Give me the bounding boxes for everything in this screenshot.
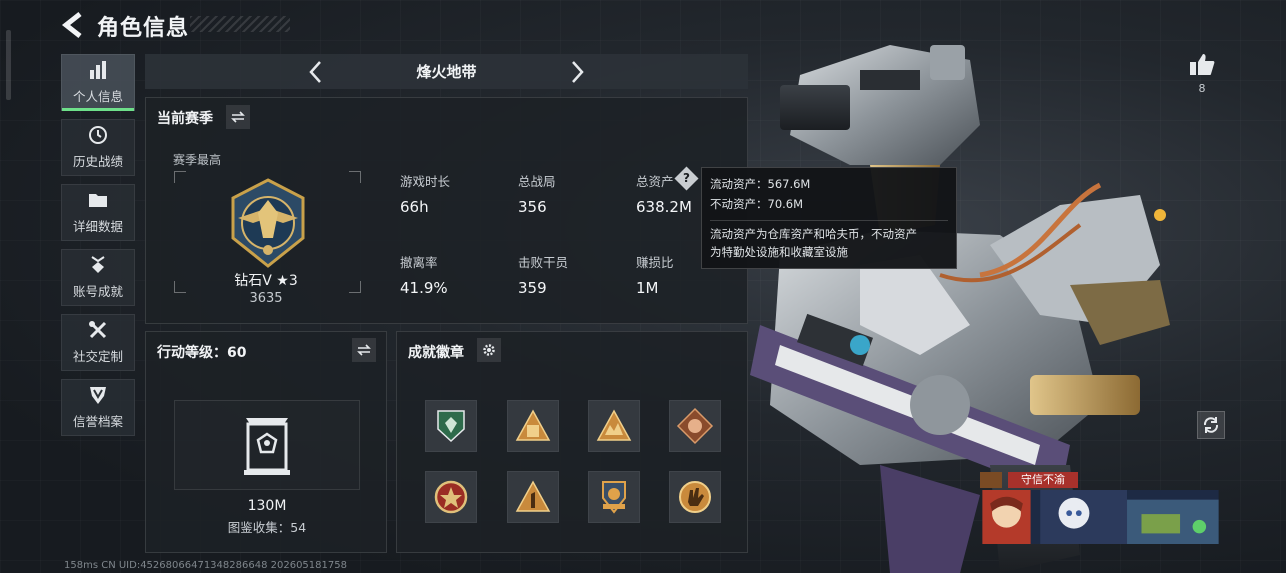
sidebar-item-label: 账号成就 [72, 284, 123, 299]
season-panel: 当前赛季 赛季最高 钻石V ★3 3635 游戏时长 66h 总战局 356 总… [145, 97, 748, 324]
tooltip-description-line2: 为特勤处设施和收藏室设施 [710, 245, 848, 259]
badge-slot[interactable] [588, 400, 640, 452]
stat-profit-ratio: 赚损比 1M [636, 255, 674, 297]
sidebar-item-personal-info[interactable]: 个人信息 [61, 54, 135, 111]
page-title: 角色信息 [97, 16, 190, 41]
tooltip-divider [710, 220, 948, 221]
sidebar-item-label: 信誉档案 [72, 414, 123, 429]
season-best-label: 赛季最高 [173, 153, 222, 167]
badge-slot[interactable] [425, 471, 477, 523]
badges-title: 成就徽章 [408, 345, 464, 361]
green-shield-badge-icon [437, 410, 465, 443]
sidebar-item-social[interactable]: 社交定制 [61, 314, 135, 371]
switch-season-button[interactable] [226, 105, 250, 129]
action-level-title: 行动等级：60 [157, 345, 247, 361]
folder-icon [89, 194, 107, 207]
triangle-badge-icon [515, 409, 551, 441]
sidebar-item-reputation[interactable]: 信誉档案 [61, 379, 135, 436]
diamond-badge-icon [676, 407, 714, 445]
badge-settings-button[interactable] [477, 338, 501, 362]
switch-level-button[interactable] [352, 338, 376, 362]
tooltip-fixed-assets: 不动资产：70.6M [710, 197, 804, 211]
tools-icon [89, 321, 107, 339]
rank-name: 钻石V ★3 [234, 273, 298, 289]
footer-status: 158ms CN UID:45268066471348286648 202605… [64, 560, 347, 571]
medal-icon [91, 256, 105, 273]
like-button[interactable]: 8 [1187, 52, 1217, 102]
tooltip-liquid-assets: 流动资产：567.6M [710, 177, 811, 191]
triangle-badge-icon [596, 409, 632, 441]
stat-operators-defeated: 击败干员 359 [518, 255, 569, 297]
chevron-right-icon[interactable] [567, 58, 587, 86]
mode-name: 烽火地带 [416, 63, 477, 81]
action-level-panel: 行动等级：60 130M 图鉴收集：54 [145, 331, 387, 553]
star-medal-badge-icon [434, 480, 468, 514]
honor-medal-icon [980, 472, 1002, 488]
tooltip-description-line1: 流动资产为仓库资产和哈夫币，不动资产 [710, 227, 917, 241]
sidebar-item-label: 个人信息 [72, 89, 123, 104]
hand-badge-icon [679, 481, 711, 513]
refresh-icon [1203, 417, 1219, 433]
stat-extraction-rate: 撤离率 41.9% [400, 255, 448, 297]
stat-playtime: 游戏时长 66h [400, 174, 451, 216]
badge-slot[interactable] [669, 471, 721, 523]
honor-card[interactable]: 守信不渝 [978, 472, 1223, 544]
clock-icon [89, 126, 107, 144]
mode-selector: 烽火地带 [145, 54, 748, 89]
collection-value: 130M [247, 498, 287, 514]
collection-count: 图鉴收集：54 [227, 520, 307, 535]
shield-icon [90, 387, 106, 404]
honor-avatar-image [982, 490, 1219, 544]
sidebar-item-details[interactable]: 详细数据 [61, 184, 135, 241]
sidebar-item-achievements[interactable]: 账号成就 [61, 249, 135, 306]
sidebar-item-label: 详细数据 [72, 219, 123, 234]
thumbs-up-icon [1190, 54, 1215, 75]
sidebar: 个人信息 历史战绩 详细数据 账号成就 社交定制 信誉档案 [61, 54, 135, 444]
rank-emblem-icon [231, 178, 305, 268]
like-count: 8 [1198, 82, 1206, 95]
left-edge-decoration [6, 30, 11, 100]
rank-score: 3635 [249, 291, 283, 306]
badge-slot[interactable] [588, 471, 640, 523]
swap-icon [231, 111, 245, 123]
sidebar-item-label: 社交定制 [72, 349, 123, 364]
stat-total-matches: 总战局 356 [518, 174, 556, 216]
badge-slot[interactable] [669, 400, 721, 452]
collection-case-icon [244, 418, 290, 475]
police-badge-icon [602, 481, 626, 514]
badges-panel: 成就徽章 [396, 331, 748, 553]
season-title: 当前赛季 [157, 111, 213, 127]
back-arrow-icon[interactable] [60, 12, 88, 38]
assets-tooltip: 流动资产：567.6M 不动资产：70.6M 流动资产为仓库资产和哈夫币，不动资… [701, 167, 957, 269]
chevron-left-icon[interactable] [306, 58, 326, 86]
gear-icon [483, 344, 495, 356]
sidebar-item-label: 历史战绩 [72, 154, 123, 169]
honor-tag: 守信不渝 [1008, 472, 1078, 488]
sidebar-item-history[interactable]: 历史战绩 [61, 119, 135, 176]
swap-icon [357, 344, 371, 356]
rotate-character-button[interactable] [1197, 411, 1225, 439]
badge-slot[interactable] [507, 400, 559, 452]
number-one-badge-icon [515, 480, 551, 512]
title-decoration [190, 16, 290, 32]
badge-slot[interactable] [425, 400, 477, 452]
bar-chart-icon [90, 61, 106, 79]
badge-slot[interactable] [507, 471, 559, 523]
